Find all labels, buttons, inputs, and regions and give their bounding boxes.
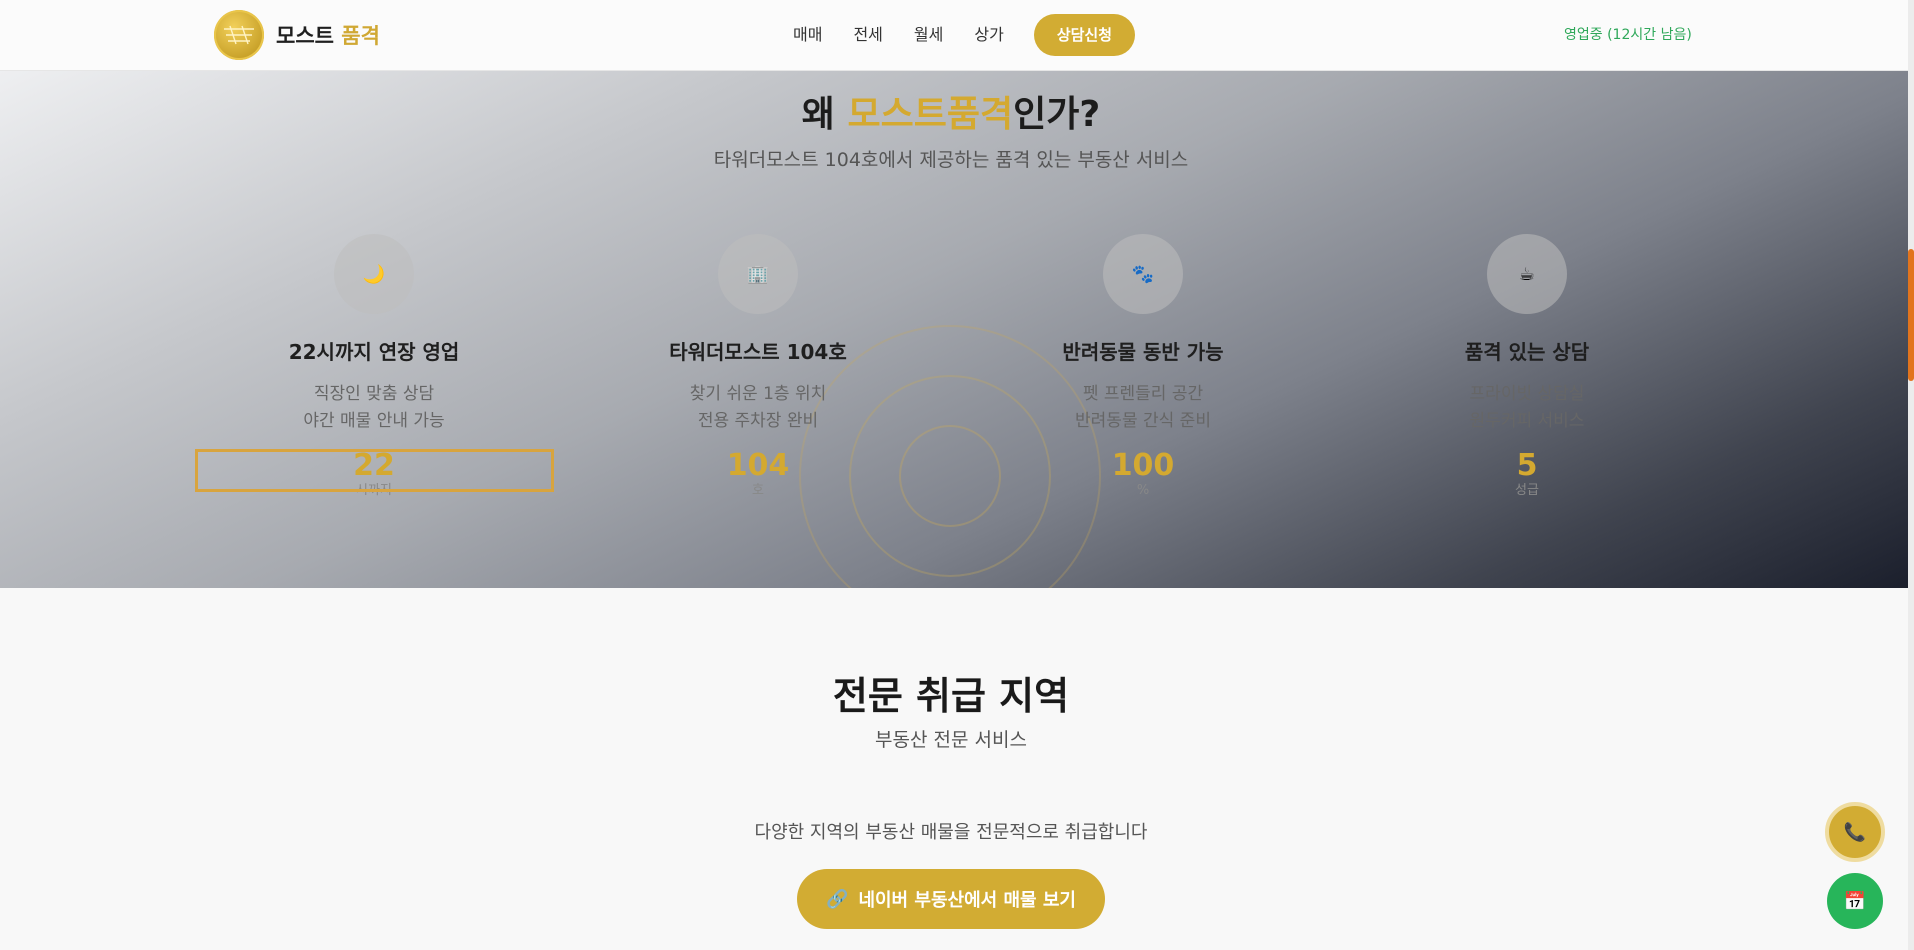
scrollbar-track[interactable] (1908, 0, 1914, 950)
feature-description: 펫 프렌들리 공간 반려동물 간식 준비 (963, 381, 1323, 435)
regions-subtitle: 부동산 전문 서비스 (875, 729, 1027, 751)
scrollbar-thumb[interactable] (1908, 249, 1914, 381)
consult-request-button[interactable]: 상담신청 (1033, 14, 1136, 56)
logo-text-main: 모스트 (276, 24, 334, 48)
why-title-highlight: 모스트품격 (847, 94, 1014, 135)
regions-description: 다양한 지역의 부동산 매물을 전문적으로 취급합니다 (754, 822, 1148, 843)
logo[interactable]: 모스트 품격 (214, 10, 380, 60)
building-icon: 🏢 (718, 234, 798, 314)
page: 모스트 품격 매매 전세 월세 상가 상담신청 영업중 (12시간 남음) 왜 … (0, 0, 1914, 950)
feature-unit: % (1136, 483, 1150, 498)
why-title-suffix: 인가? (1013, 94, 1101, 135)
logo-text-accent: 품격 (341, 24, 380, 48)
feature-desc-line: 찾기 쉬운 1층 위치 (689, 384, 827, 404)
feature-title: 반려동물 동반 가능 (1062, 340, 1224, 364)
logo-icon (214, 10, 264, 60)
naver-listings-button[interactable]: 🔗 네이버 부동산에서 매물 보기 (797, 869, 1105, 929)
feature-card-consulting: ☕ 품격 있는 상담 프라이빗 상담실 원두커피 서비스 5 성급 (1347, 234, 1707, 499)
feature-title: 22시까지 연장 영업 (288, 340, 460, 364)
business-status: 영업중 (12시간 남음) (1564, 27, 1692, 43)
feature-desc-line: 야간 매물 안내 가능 (303, 411, 445, 431)
nav-item-monthly-rent[interactable]: 월세 (914, 14, 943, 56)
regions-title: 전문 취급 지역 (832, 674, 1070, 718)
feature-number: 104 (726, 448, 790, 483)
feature-unit: 성급 (1515, 483, 1539, 498)
naver-listings-button-label: 네이버 부동산에서 매물 보기 (858, 890, 1076, 911)
calendar-icon: 📅 (1843, 890, 1867, 912)
feature-desc-line: 직장인 맞춤 상담 (313, 384, 435, 404)
link-icon: 🔗 (826, 888, 849, 910)
focus-highlight-box (195, 449, 554, 492)
feature-number: 5 (1516, 448, 1538, 483)
why-section: 왜 모스트품격인가? 타워더모스트 104호에서 제공하는 품격 있는 부동산 … (0, 71, 1908, 588)
why-subtitle: 타워더모스트 104호에서 제공하는 품격 있는 부동산 서비스 (713, 149, 1189, 171)
main-nav: 매매 전세 월세 상가 상담신청 (793, 14, 1136, 56)
nav-item-commercial[interactable]: 상가 (974, 14, 1003, 56)
paw-icon: 🐾 (1103, 234, 1183, 314)
coffee-icon: ☕ (1487, 234, 1567, 314)
phone-icon: 📞 (1843, 821, 1867, 843)
feature-desc-line: 원두커피 서비스 (1469, 411, 1585, 431)
nav-item-jeonse[interactable]: 전세 (853, 14, 882, 56)
nav-item-sale[interactable]: 매매 (793, 14, 822, 56)
feature-unit: 호 (752, 483, 764, 498)
why-title-prefix: 왜 (801, 94, 835, 135)
feature-title: 품격 있는 상담 (1464, 340, 1590, 364)
feature-description: 찾기 쉬운 1층 위치 전용 주차장 완비 (578, 381, 938, 435)
feature-desc-line: 반려동물 간식 준비 (1075, 411, 1211, 431)
feature-desc-line: 펫 프렌들리 공간 (1082, 384, 1204, 404)
feature-desc-line: 전용 주차장 완비 (697, 411, 819, 431)
why-title: 왜 모스트품격인가? (0, 85, 1902, 137)
calendar-booking-button[interactable]: 📅 (1827, 873, 1883, 929)
moon-icon: 🌙 (334, 234, 414, 314)
feature-description: 프라이빗 상담실 원두커피 서비스 (1347, 381, 1707, 435)
feature-desc-line: 프라이빗 상담실 (1469, 384, 1585, 404)
phone-call-button[interactable]: 📞 (1825, 802, 1885, 862)
feature-card-location: 🏢 타워더모스트 104호 찾기 쉬운 1층 위치 전용 주차장 완비 104 … (578, 234, 938, 499)
site-header: 모스트 품격 매매 전세 월세 상가 상담신청 영업중 (12시간 남음) (0, 0, 1908, 71)
feature-card-pets: 🐾 반려동물 동반 가능 펫 프렌들리 공간 반려동물 간식 준비 100 % (963, 234, 1323, 499)
feature-number: 100 (1111, 448, 1175, 483)
feature-title: 타워더모스트 104호 (669, 340, 847, 364)
logo-text: 모스트 품격 (276, 20, 380, 50)
feature-description: 직장인 맞춤 상담 야간 매물 안내 가능 (194, 381, 554, 435)
